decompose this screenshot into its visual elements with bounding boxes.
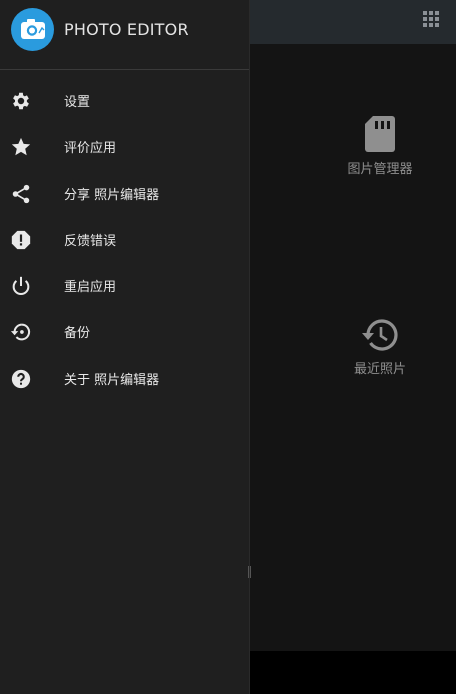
menu-label-report-bug: 反馈错误	[64, 233, 117, 249]
tile-recent-photos[interactable]: 最近照片	[305, 318, 455, 377]
menu-item-share[interactable]: 分享 照片编辑器	[0, 171, 249, 217]
tile-label-file-manager: 图片管理器	[347, 162, 413, 177]
sd-card-icon	[365, 116, 395, 152]
menu-label-settings: 设置	[64, 95, 91, 110]
help-icon	[11, 369, 31, 388]
menu-item-backup[interactable]: 备份	[0, 309, 249, 355]
menu-label-about: 关于 照片编辑器	[64, 372, 160, 388]
menu-item-rate-app[interactable]: 评价应用	[0, 124, 249, 170]
menu-label-restart-app: 重启应用	[64, 280, 117, 296]
menu-label-backup: 备份	[64, 326, 91, 342]
menu-item-settings[interactable]: 设置	[0, 78, 249, 124]
menu-item-report-bug[interactable]: 反馈错误	[0, 217, 249, 263]
camera-icon	[21, 19, 45, 39]
drawer-header: PHOTO EDITOR	[0, 0, 249, 68]
menu-label-rate-app: 评价应用	[64, 141, 117, 157]
alert-icon	[11, 230, 31, 250]
share-icon	[12, 184, 30, 203]
menu-item-restart-app[interactable]: 重启应用	[0, 263, 249, 309]
app-title: PHOTO EDITOR	[64, 20, 189, 39]
tile-file-manager[interactable]: 图片管理器	[305, 116, 455, 177]
gear-icon	[13, 92, 29, 110]
header-divider	[0, 69, 249, 70]
drawer-menu: 设置 评价应用 分享 照片编辑器 反馈错误 重启应用 备份 关于 照片编辑器	[0, 78, 249, 402]
power-icon	[12, 277, 30, 296]
history-icon	[362, 319, 398, 351]
menu-item-about[interactable]: 关于 照片编辑器	[0, 356, 249, 402]
app-logo	[11, 8, 54, 51]
menu-label-share: 分享 照片编辑器	[64, 187, 160, 203]
star-icon	[11, 138, 31, 156]
tile-label-recent-photos: 最近照片	[353, 362, 406, 377]
navigation-drawer: PHOTO EDITOR 设置 评价应用 分享 照片编辑器 反馈错误 重启应用 …	[0, 0, 251, 694]
apps-grid-icon[interactable]	[423, 11, 440, 28]
drawer-drag-handle[interactable]	[248, 566, 251, 578]
restore-icon	[10, 324, 31, 341]
